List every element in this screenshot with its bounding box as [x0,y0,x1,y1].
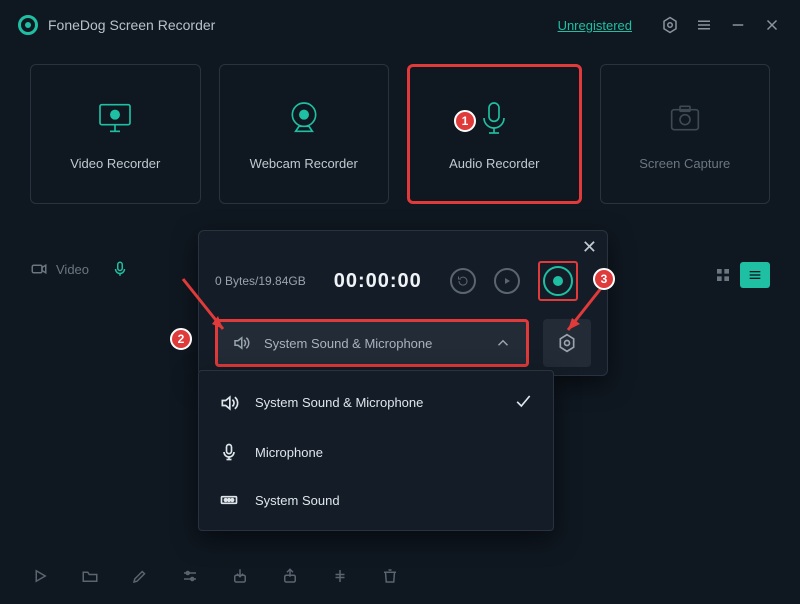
dropdown-option-label: System Sound & Microphone [255,395,497,410]
timer-readout: 00:00:00 [334,270,422,293]
mode-audio-recorder[interactable]: Audio Recorder [407,64,582,204]
sub-audio-tab[interactable] [111,260,129,278]
annotation-arrow-3 [560,282,610,342]
sub-toolbar: Video [30,260,129,278]
unregistered-link[interactable]: Unregistered [558,18,632,33]
mode-webcam-recorder[interactable]: Webcam Recorder [219,64,390,204]
mode-webcam-label: Webcam Recorder [250,156,358,171]
play-icon[interactable] [30,566,50,586]
import-icon[interactable] [230,566,250,586]
panel-select-row: System Sound & Microphone [215,319,591,367]
view-toggle [708,262,770,288]
monitor-icon [95,98,135,138]
list-view-button[interactable] [740,262,770,288]
export-icon[interactable] [280,566,300,586]
bottom-toolbar [30,566,400,586]
annotation-badge-1: 1 [454,110,476,132]
close-icon[interactable] [762,15,782,35]
edit-icon[interactable] [130,566,150,586]
dropdown-option-system-and-mic[interactable]: System Sound & Microphone [199,377,553,428]
mode-capture-label: Screen Capture [639,156,730,171]
microphone-icon [219,442,239,462]
panel-top-row: 0 Bytes/19.84GB 00:00:00 [215,261,591,301]
audio-source-dropdown: System Sound & Microphone Microphone Sys… [198,370,554,531]
webcam-icon [284,98,324,138]
grid-view-button[interactable] [708,262,738,288]
sub-video-label: Video [56,262,89,277]
dropdown-option-system-sound[interactable]: System Sound [199,476,553,524]
mode-row: Video Recorder Webcam Recorder Audio Rec… [0,50,800,204]
check-icon [513,391,533,414]
play-button[interactable] [494,268,520,294]
minimize-icon[interactable] [728,15,748,35]
titlebar: FoneDog Screen Recorder Unregistered [0,0,800,50]
settings-hex-icon[interactable] [660,15,680,35]
undo-button[interactable] [450,268,476,294]
sub-video-tab[interactable]: Video [30,260,89,278]
trash-icon[interactable] [380,566,400,586]
panel-close-icon[interactable]: ✕ [582,237,597,258]
dropdown-option-microphone[interactable]: Microphone [199,428,553,476]
camera-icon [665,98,705,138]
chevron-up-icon [494,334,512,352]
mode-video-recorder[interactable]: Video Recorder [30,64,201,204]
split-icon[interactable] [330,566,350,586]
audio-recorder-panel: ✕ 0 Bytes/19.84GB 00:00:00 System Sound … [198,230,608,376]
microphone-icon [474,98,514,138]
speaker-icon [219,393,239,413]
annotation-badge-2: 2 [170,328,192,350]
folder-icon[interactable] [80,566,100,586]
mode-audio-label: Audio Recorder [449,156,539,171]
app-title: FoneDog Screen Recorder [48,17,215,33]
annotation-badge-3: 3 [593,268,615,290]
sliders-icon[interactable] [180,566,200,586]
app-logo-icon [18,15,38,35]
dropdown-option-label: Microphone [255,445,533,460]
audio-source-selected-label: System Sound & Microphone [264,336,480,351]
mode-video-label: Video Recorder [70,156,160,171]
menu-icon[interactable] [694,15,714,35]
mode-screen-capture[interactable]: Screen Capture [600,64,771,204]
system-sound-icon [219,490,239,510]
dropdown-option-label: System Sound [255,493,533,508]
audio-source-select[interactable]: System Sound & Microphone [215,319,529,367]
